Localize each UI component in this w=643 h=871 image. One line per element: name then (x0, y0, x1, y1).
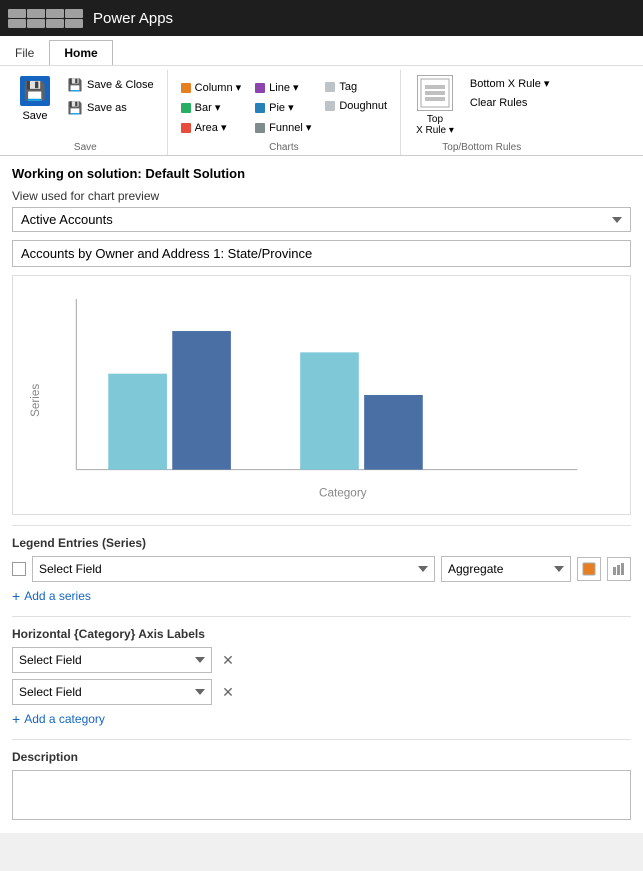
tag-button[interactable]: Tag (320, 78, 392, 96)
save-as-label: Save as (87, 102, 127, 114)
save-close-icon: 💾 (67, 77, 83, 93)
column-label: Column ▾ (195, 81, 241, 94)
save-icon: 💾 (19, 75, 51, 107)
chart-area: Series Category (12, 275, 631, 515)
line-label: Line ▾ (269, 81, 298, 94)
axis-field-select-1[interactable]: Select Field (12, 647, 212, 673)
doughnut-icon (325, 101, 335, 111)
funnel-label: Funnel ▾ (269, 121, 311, 134)
series-checkbox[interactable] (12, 562, 26, 576)
chart-svg: Series Category (23, 286, 620, 504)
pie-label: Pie ▾ (269, 101, 293, 114)
top-x-rule-button[interactable]: TopX Rule ▾ (409, 70, 461, 141)
divider-3 (12, 739, 631, 740)
series-field-select[interactable]: Select Field (32, 556, 435, 582)
tag-label: Tag (339, 81, 357, 93)
charts-stack-1: Column ▾ Bar ▾ Area ▾ (176, 74, 246, 137)
svg-text:Series: Series (29, 384, 42, 417)
series-color-button[interactable] (577, 557, 601, 581)
series-chart-type-button[interactable] (607, 557, 631, 581)
series-row: Select Field Aggregate (12, 556, 631, 582)
add-series-link[interactable]: + Add a series (12, 588, 631, 604)
tab-bar: File Home (0, 36, 643, 66)
line-button[interactable]: Line ▾ (250, 78, 316, 97)
tab-home[interactable]: Home (49, 40, 112, 65)
funnel-icon (255, 123, 265, 133)
line-icon (255, 83, 265, 93)
topbottom-group-label: Top/Bottom Rules (442, 142, 521, 155)
save-close-button[interactable]: 💾 Save & Close (62, 74, 159, 96)
description-label: Description (12, 750, 631, 764)
add-category-label: Add a category (24, 712, 105, 726)
axis-remove-button-1[interactable]: ✕ (218, 650, 238, 670)
title-bar: Power Apps (0, 0, 643, 36)
doughnut-button[interactable]: Doughnut (320, 97, 392, 115)
save-button[interactable]: 💾 Save (12, 70, 58, 127)
tab-file[interactable]: File (0, 40, 49, 65)
axis-section-label: Horizontal {Category} Axis Labels (12, 627, 631, 641)
area-icon (181, 123, 191, 133)
bar-button[interactable]: Bar ▾ (176, 98, 246, 117)
add-category-plus: + (12, 711, 20, 727)
legend-section-label: Legend Entries (Series) (12, 536, 631, 550)
bar-label: Bar ▾ (195, 101, 221, 114)
axis-field-select-2[interactable]: Select Field (12, 679, 212, 705)
divider-2 (12, 616, 631, 617)
area-button[interactable]: Area ▾ (176, 118, 246, 137)
axis-row-1: Select Field ✕ (12, 647, 631, 673)
chart-title-input[interactable] (12, 240, 631, 267)
view-dropdown[interactable]: Active Accounts All Accounts Inactive Ac… (12, 207, 631, 232)
charts-group-label: Charts (269, 142, 298, 155)
top-x-icon (417, 75, 453, 111)
save-icon-rect: 💾 (20, 76, 50, 106)
save-small-stack: 💾 Save & Close 💾 Save as (62, 70, 159, 119)
column-button[interactable]: Column ▾ (176, 78, 246, 97)
ribbon: 💾 Save 💾 Save & Close 💾 Save as Save (0, 66, 643, 156)
top-x-label: TopX Rule ▾ (416, 114, 454, 136)
column-icon (181, 83, 191, 93)
pie-icon (255, 103, 265, 113)
add-category-link[interactable]: + Add a category (12, 711, 631, 727)
bar-icon (181, 103, 191, 113)
divider-1 (12, 525, 631, 526)
funnel-button[interactable]: Funnel ▾ (250, 118, 316, 137)
description-textarea[interactable] (12, 770, 631, 820)
app-name: Power Apps (93, 10, 173, 27)
save-as-button[interactable]: 💾 Save as (62, 97, 159, 119)
charts-stack-3: Tag Doughnut (320, 74, 392, 115)
clear-rules-button[interactable]: Clear Rules (465, 94, 555, 112)
charts-stack-2: Line ▾ Pie ▾ Funnel ▾ (250, 74, 316, 137)
add-series-label: Add a series (24, 589, 91, 603)
topbottom-stack: Bottom X Rule ▾ Clear Rules (465, 70, 555, 112)
save-as-icon: 💾 (67, 100, 83, 116)
tag-icon (325, 82, 335, 92)
bottom-x-rule-button[interactable]: Bottom X Rule ▾ (465, 74, 555, 93)
ribbon-group-charts: Column ▾ Bar ▾ Area ▾ Line ▾ (168, 70, 401, 155)
add-series-plus: + (12, 588, 20, 604)
axis-row-2: Select Field ✕ (12, 679, 631, 705)
working-on-label: Working on solution: Default Solution (12, 166, 631, 181)
area-label: Area ▾ (195, 121, 227, 134)
bottom-x-rule-label: Bottom X Rule ▾ (470, 77, 550, 90)
svg-text:Category: Category (319, 486, 367, 499)
aggregate-select[interactable]: Aggregate (441, 556, 571, 582)
doughnut-label: Doughnut (339, 100, 387, 112)
view-label: View used for chart preview (12, 189, 631, 203)
axis-remove-button-2[interactable]: ✕ (218, 682, 238, 702)
save-close-label: Save & Close (87, 79, 154, 91)
save-label: Save (22, 110, 47, 122)
app-grid-icon (8, 9, 83, 28)
ribbon-group-topbottom: TopX Rule ▾ Bottom X Rule ▾ Clear Rules … (401, 70, 562, 155)
save-group-label: Save (74, 142, 97, 155)
clear-rules-label: Clear Rules (470, 97, 527, 109)
pie-button[interactable]: Pie ▾ (250, 98, 316, 117)
main-content: Working on solution: Default Solution Vi… (0, 156, 643, 833)
ribbon-group-save: 💾 Save 💾 Save & Close 💾 Save as Save (4, 70, 168, 155)
